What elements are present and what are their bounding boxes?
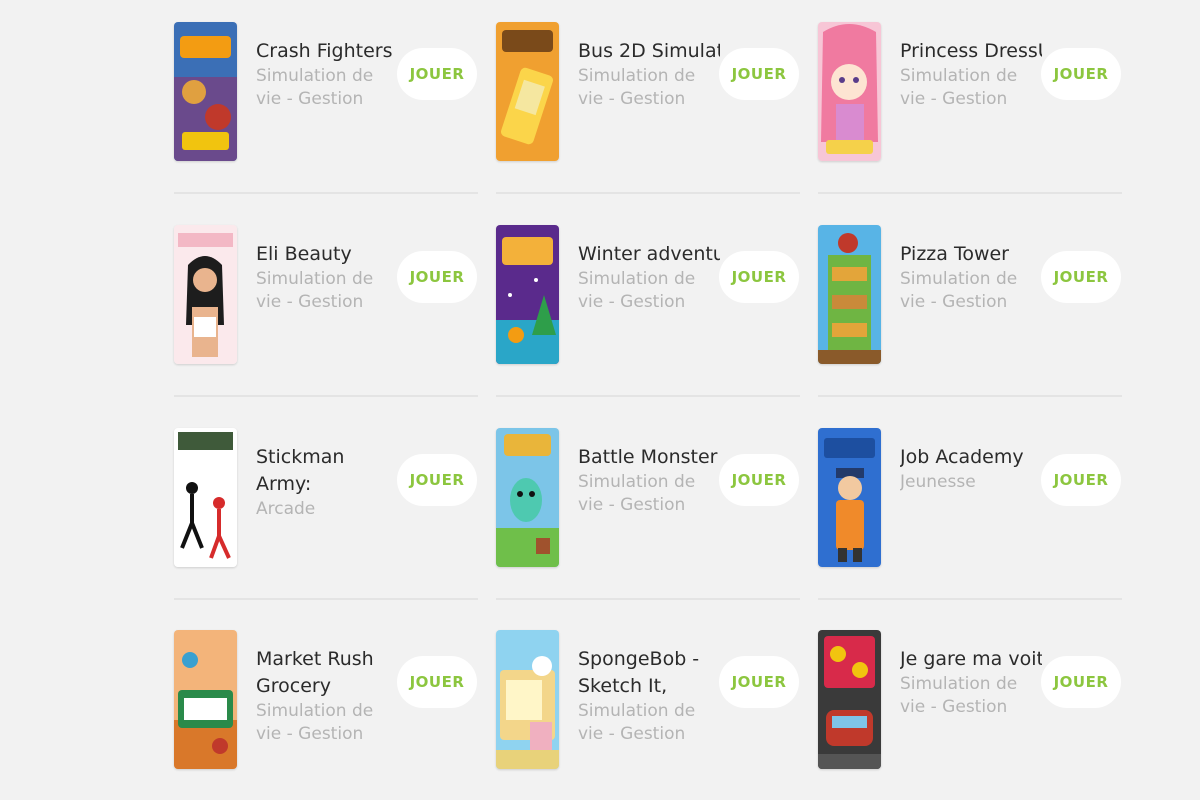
play-button[interactable]: JOUER [397, 656, 477, 708]
game-title[interactable]: Eli Beauty [256, 241, 398, 268]
game-card[interactable]: Market Rush Grocery Simulator Simulation… [174, 608, 478, 778]
divider [496, 395, 800, 397]
winter-adventures-thumbnail[interactable] [496, 225, 559, 364]
battle-monster-go-thumbnail[interactable] [496, 428, 559, 567]
game-title[interactable]: Crash Fighters [256, 38, 398, 65]
game-category: Simulation de vie - Gestion [578, 66, 696, 109]
play-button[interactable]: JOUER [397, 454, 477, 506]
play-button[interactable]: JOUER [719, 656, 799, 708]
game-card[interactable]: Crash Fighters Simulation de vie - Gesti… [174, 0, 478, 194]
market-rush-thumbnail[interactable] [174, 630, 237, 769]
game-category: Jeunesse [900, 472, 976, 492]
princess-dressup-thumbnail[interactable] [818, 22, 881, 161]
game-card[interactable]: Job Academy Jeunesse JOUER [818, 406, 1122, 600]
crash-fighters-thumbnail[interactable] [174, 22, 237, 161]
divider [174, 598, 478, 600]
game-category: Arcade [256, 499, 316, 519]
divider [818, 192, 1122, 194]
play-button[interactable]: JOUER [397, 48, 477, 100]
game-card[interactable]: Winter adventures Simulation de vie - Ge… [496, 203, 800, 397]
game-grid: Crash Fighters Simulation de vie - Gesti… [174, 0, 1124, 800]
game-card[interactable]: Princess DressUp Simulation de vie - Ges… [818, 0, 1122, 194]
game-title[interactable]: SpongeBob - Sketch It, Guess It [578, 646, 720, 700]
play-button[interactable]: JOUER [719, 48, 799, 100]
divider [496, 598, 800, 600]
bus-2d-simulator-thumbnail[interactable] [496, 22, 559, 161]
eli-beauty-thumbnail[interactable] [174, 225, 237, 364]
game-title[interactable]: Market Rush Grocery Simulator [256, 646, 398, 700]
job-academy-thumbnail[interactable] [818, 428, 881, 567]
divider [496, 192, 800, 194]
stickman-army-thumbnail[interactable] [174, 428, 237, 567]
play-button[interactable]: JOUER [1041, 48, 1121, 100]
game-category: Simulation de vie - Gestion [256, 701, 374, 744]
play-button[interactable]: JOUER [1041, 656, 1121, 708]
divider [818, 598, 1122, 600]
game-title[interactable]: Winter adventures [578, 241, 720, 268]
spongebob-sketch-thumbnail[interactable] [496, 630, 559, 769]
je-gare-ma-voiture-thumbnail[interactable] [818, 630, 881, 769]
game-category: Simulation de vie - Gestion [900, 674, 1018, 717]
game-title[interactable]: Battle Monster GO [578, 444, 720, 471]
game-title[interactable]: Pizza Tower [900, 241, 1042, 268]
game-card[interactable]: Stickman Army: défendez la nation Arcade… [174, 406, 478, 600]
game-category: Simulation de vie - Gestion [900, 269, 1018, 312]
game-title[interactable]: Je gare ma voiture [900, 646, 1042, 673]
game-card[interactable]: SpongeBob - Sketch It, Guess It Simulati… [496, 608, 800, 778]
game-category: Simulation de vie - Gestion [578, 701, 696, 744]
game-title[interactable]: Stickman Army: défendez la nation [256, 444, 398, 498]
game-card[interactable]: Eli Beauty Simulation de vie - Gestion J… [174, 203, 478, 397]
game-category: Simulation de vie - Gestion [900, 66, 1018, 109]
game-title[interactable]: Princess DressUp [900, 38, 1042, 65]
divider [818, 395, 1122, 397]
game-card[interactable]: Bus 2D Simulator Simulation de vie - Ges… [496, 0, 800, 194]
game-card[interactable]: Je gare ma voiture Simulation de vie - G… [818, 608, 1122, 778]
game-title[interactable]: Job Academy [900, 444, 1042, 471]
game-card[interactable]: Pizza Tower Simulation de vie - Gestion … [818, 203, 1122, 397]
game-category: Simulation de vie - Gestion [578, 269, 696, 312]
game-category: Simulation de vie - Gestion [256, 66, 374, 109]
play-button[interactable]: JOUER [719, 251, 799, 303]
game-category: Simulation de vie - Gestion [256, 269, 374, 312]
divider [174, 192, 478, 194]
divider [174, 395, 478, 397]
pizza-tower-thumbnail[interactable] [818, 225, 881, 364]
play-button[interactable]: JOUER [719, 454, 799, 506]
play-button[interactable]: JOUER [1041, 251, 1121, 303]
play-button[interactable]: JOUER [397, 251, 477, 303]
play-button[interactable]: JOUER [1041, 454, 1121, 506]
game-category: Simulation de vie - Gestion [578, 472, 696, 515]
game-card[interactable]: Battle Monster GO Simulation de vie - Ge… [496, 406, 800, 600]
game-title[interactable]: Bus 2D Simulator [578, 38, 720, 65]
